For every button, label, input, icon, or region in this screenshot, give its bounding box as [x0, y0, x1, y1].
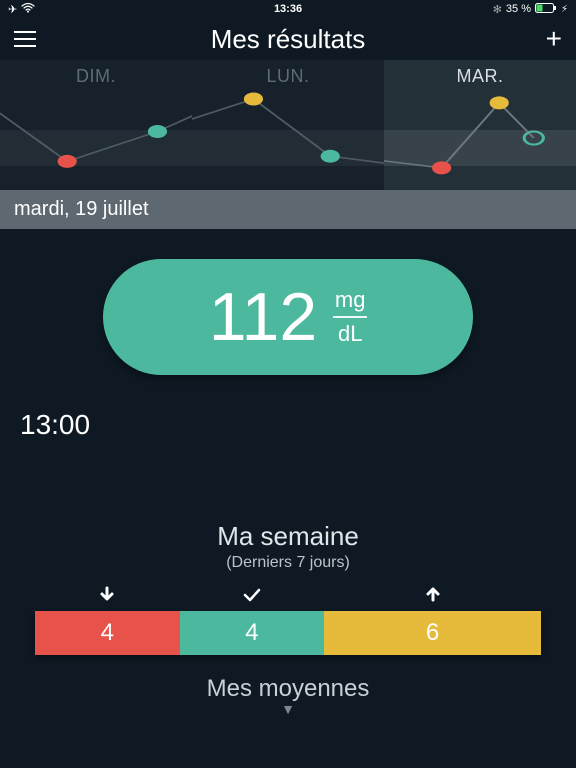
- bluetooth-icon: ✻: [493, 3, 502, 16]
- reading-pill[interactable]: 112 mg dL: [103, 259, 473, 375]
- day-cell-mon[interactable]: LUN.: [192, 60, 384, 190]
- header: Mes résultats +: [0, 18, 576, 60]
- selected-date: mardi, 19 juillet: [0, 190, 576, 229]
- segment-ok[interactable]: 4: [180, 611, 325, 655]
- reading-unit: mg dL: [333, 287, 367, 347]
- reading-time: 13:00: [0, 385, 576, 451]
- chevron-down-icon[interactable]: ▼: [0, 701, 576, 717]
- trend-chart-row: DIM. LUN. MAR.: [0, 60, 576, 190]
- averages-label[interactable]: Mes moyennes: [0, 675, 576, 703]
- reading-value: 112: [209, 283, 317, 351]
- airplane-icon: ✈︎: [8, 3, 17, 16]
- day-label: LUN.: [192, 66, 384, 87]
- battery-icon: [535, 3, 557, 16]
- week-section: Ma semaine (Derniers 7 jours) 4 4 6: [0, 521, 576, 655]
- day-cell-sun[interactable]: DIM.: [0, 60, 192, 190]
- week-title: Ma semaine: [0, 521, 576, 552]
- page-title: Mes résultats: [36, 24, 540, 55]
- status-time: 13:36: [195, 3, 382, 15]
- check-icon: [180, 586, 325, 607]
- charging-icon: ⚡︎: [561, 4, 568, 15]
- day-label: MAR.: [384, 66, 576, 87]
- battery-pct: 35 %: [506, 3, 531, 15]
- arrow-down-icon: [35, 586, 180, 607]
- segment-low[interactable]: 4: [35, 611, 180, 655]
- menu-button[interactable]: [14, 31, 36, 47]
- day-cell-tue[interactable]: MAR.: [384, 60, 576, 190]
- unit-top: mg: [335, 287, 366, 313]
- unit-bottom: dL: [338, 321, 362, 347]
- status-bar: ✈︎ 13:36 ✻ 35 % ⚡︎: [0, 0, 576, 18]
- week-bar[interactable]: 4 4 6: [35, 611, 541, 655]
- arrow-up-icon: [324, 586, 541, 607]
- week-subtitle: (Derniers 7 jours): [0, 554, 576, 572]
- day-label: DIM.: [0, 66, 192, 87]
- segment-high[interactable]: 6: [324, 611, 541, 655]
- wifi-icon: [21, 3, 35, 16]
- add-button[interactable]: +: [540, 23, 562, 55]
